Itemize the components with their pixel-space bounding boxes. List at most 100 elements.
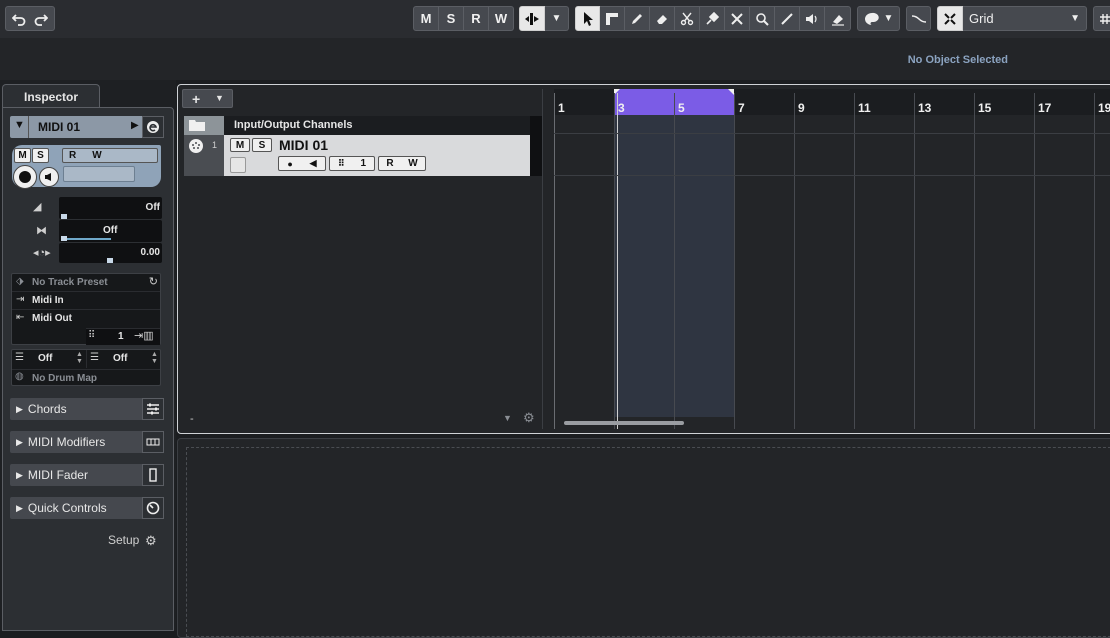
edit-channel-icon[interactable]	[142, 116, 164, 138]
write-toggle[interactable]: W	[489, 6, 514, 31]
bank-select[interactable]: ☰ Off ▲ ▼	[12, 350, 86, 368]
sliders-icon[interactable]	[142, 398, 164, 420]
channel-row[interactable]: ⠿ 1 ⇥▥	[86, 328, 160, 345]
track-preset-row[interactable]: ⬗ No Track Preset ↻	[12, 274, 160, 292]
range-selection-tool-icon[interactable]	[600, 6, 625, 31]
modifiers-icon[interactable]	[142, 431, 164, 453]
zoom-tool-icon[interactable]	[750, 6, 775, 31]
inspector-read-button[interactable]: R	[69, 150, 76, 161]
erase-tool-icon[interactable]	[650, 6, 675, 31]
inspector-track-header[interactable]: ▼ MIDI 01 ▶	[10, 116, 164, 138]
color-tool-icon[interactable]	[825, 6, 851, 31]
bar-label: 9	[798, 101, 805, 115]
midi-input-row[interactable]: ⇥ Midi In	[12, 292, 160, 310]
auto-fade-icon[interactable]	[906, 6, 931, 31]
track-color-bar[interactable]	[63, 166, 135, 182]
chevron-down-icon[interactable]: ▼	[503, 413, 512, 423]
program-icon: ☰	[90, 352, 99, 363]
track-channel-field[interactable]: ⠿ 1	[329, 156, 375, 171]
gear-icon[interactable]: ⚙	[145, 533, 157, 549]
speaker-icon	[45, 173, 51, 181]
grid-line	[554, 93, 555, 429]
object-selection-tool-icon[interactable]	[575, 6, 600, 31]
play-tool-icon[interactable]	[800, 6, 825, 31]
record-icon[interactable]: ●	[287, 159, 292, 169]
collapse-triangle-icon[interactable]: ▼	[14, 119, 25, 131]
channel-grid-icon: ⠿	[337, 158, 345, 168]
monitor-button[interactable]	[39, 167, 59, 187]
record-enable-button[interactable]	[13, 165, 37, 189]
section-midi-modifiers[interactable]: ▶ MIDI Modifiers	[10, 431, 164, 453]
solo-toggle[interactable]: S	[439, 6, 464, 31]
spin-icon[interactable]: ▲ ▼	[76, 351, 83, 365]
split-tool-icon[interactable]	[675, 6, 700, 31]
folder-track-name: Input/Output Channels	[234, 119, 353, 131]
volume-handle[interactable]	[61, 214, 67, 219]
bar-label: 1	[558, 101, 565, 115]
delay-handle[interactable]	[107, 258, 113, 263]
section-label: Quick Controls	[27, 501, 107, 515]
mute-toggle[interactable]: M	[413, 6, 439, 31]
reload-icon[interactable]: ↻	[149, 275, 158, 288]
inspector-read-write: R W	[62, 148, 158, 163]
add-track-button[interactable]: + ▼	[182, 89, 233, 108]
drum-map-icon: ◍	[15, 371, 24, 382]
expand-arrow-icon[interactable]: ▶	[131, 120, 139, 131]
midi-track-row[interactable]: 1 M S MIDI 01 ● ◀ ⠿ 1 R W	[184, 135, 542, 176]
section-midi-fader[interactable]: ▶ MIDI Fader	[10, 464, 164, 486]
track-name[interactable]: MIDI 01	[279, 137, 328, 153]
zoom-out-label[interactable]: -	[190, 413, 194, 425]
mute-tool-icon[interactable]	[725, 6, 750, 31]
delay-value: 0.00	[140, 247, 160, 258]
undo-icon[interactable]	[12, 12, 26, 26]
knob-icon[interactable]	[142, 497, 164, 519]
track-write-button[interactable]: W	[408, 158, 417, 169]
delay-slider[interactable]: 0.00	[59, 243, 162, 263]
splitter[interactable]	[542, 89, 543, 429]
section-quick-controls[interactable]: ▶ Quick Controls	[10, 497, 164, 519]
section-label: MIDI Fader	[27, 468, 88, 482]
glue-tool-icon[interactable]	[700, 6, 725, 31]
inspector-solo-button[interactable]: S	[32, 148, 49, 163]
midi-output-row[interactable]: ⇤ Midi Out	[12, 310, 160, 328]
read-toggle[interactable]: R	[464, 6, 489, 31]
transpose-handle[interactable]	[61, 236, 67, 241]
divider	[28, 116, 29, 138]
gear-icon[interactable]: ⚙	[523, 410, 535, 426]
track-preset-label: No Track Preset	[32, 277, 108, 288]
midi-port-icon[interactable]	[188, 138, 204, 157]
folder-icon[interactable]	[188, 118, 206, 135]
redo-icon[interactable]	[34, 12, 48, 26]
fader-icon[interactable]	[142, 464, 164, 486]
instrument-edit-icon[interactable]: ⇥▥	[134, 329, 154, 342]
pan-value: Off	[103, 225, 118, 236]
program-select[interactable]: ☰ Off ▲ ▼	[86, 350, 160, 368]
track-color-checkbox[interactable]	[230, 157, 246, 173]
folder-track-row[interactable]: Input/Output Channels	[184, 116, 542, 135]
spin-icon[interactable]: ▲ ▼	[151, 351, 158, 365]
snap-type-select[interactable]: Grid ▼	[963, 6, 1087, 31]
autoscroll-icon[interactable]	[519, 6, 545, 31]
volume-slider[interactable]: Off	[59, 197, 162, 219]
draw-tool-icon[interactable]	[625, 6, 650, 31]
drum-map-row[interactable]: ◍ No Drum Map	[12, 369, 160, 386]
speaker-icon[interactable]: ◀	[310, 158, 317, 169]
setup-label[interactable]: Setup	[108, 533, 139, 547]
horizontal-scrollbar[interactable]	[564, 421, 684, 425]
track-solo-button[interactable]: S	[252, 138, 272, 152]
tab-inspector[interactable]: Inspector	[2, 84, 100, 108]
autoscroll-dropdown[interactable]: ▼	[545, 6, 569, 31]
grid-quantize-icon[interactable]	[1093, 6, 1110, 31]
line-tool-icon[interactable]	[775, 6, 800, 31]
cursor-line[interactable]	[617, 93, 618, 429]
transpose-slider[interactable]: Off	[59, 220, 162, 242]
section-chords[interactable]: ▶ Chords	[10, 398, 164, 420]
track-mute-button[interactable]: M	[230, 138, 250, 152]
inspector-write-button[interactable]: W	[92, 150, 101, 161]
chevron-down-icon: ▼	[883, 13, 894, 24]
snap-toggle-icon[interactable]	[937, 6, 963, 31]
arrangement-area[interactable]: 1 3 5 7 9 11 13 15 17 19	[554, 89, 1110, 429]
color-menu-button[interactable]: ▼	[857, 6, 900, 31]
track-read-button[interactable]: R	[386, 158, 393, 169]
inspector-mute-button[interactable]: M	[14, 148, 31, 163]
